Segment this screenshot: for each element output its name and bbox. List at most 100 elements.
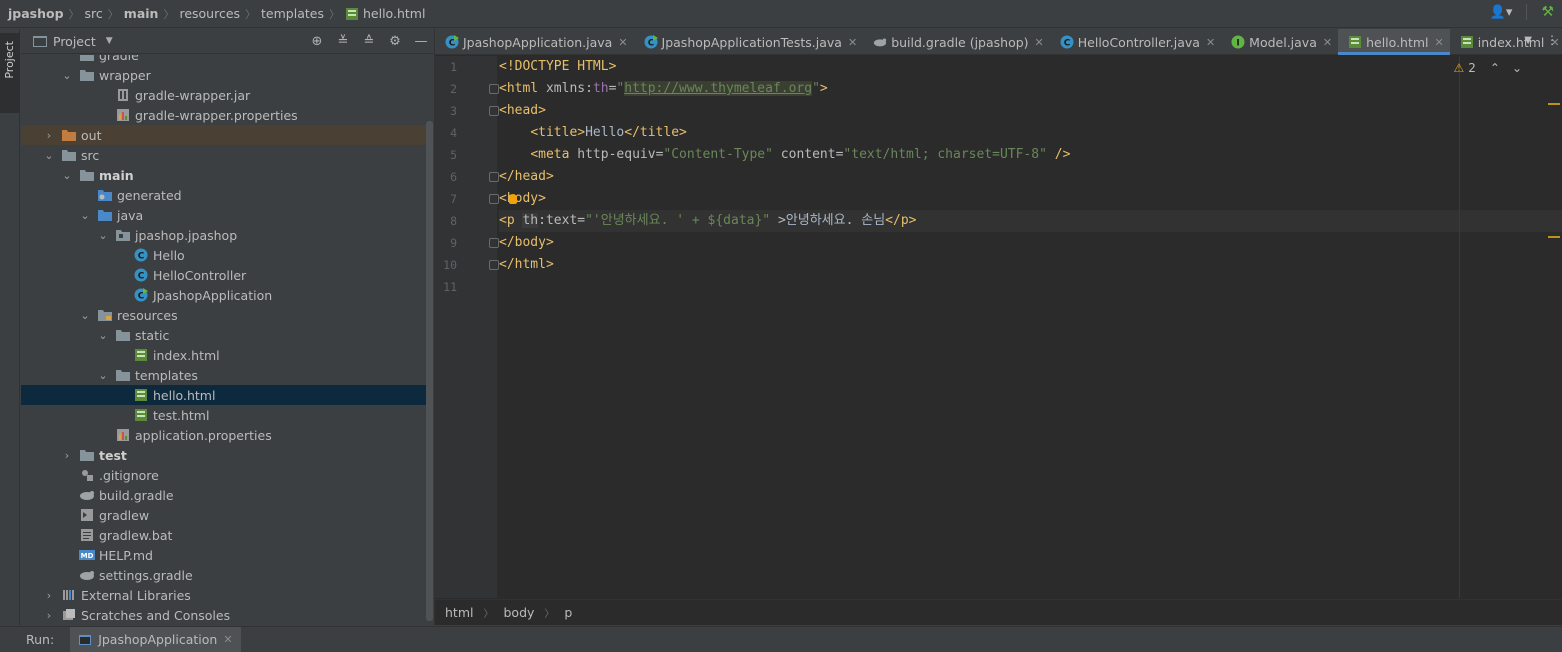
chevron-down-icon[interactable]: ⌄ (97, 369, 109, 382)
editor-tab[interactable]: I Model.java ✕ (1221, 29, 1338, 55)
chevron-down-icon[interactable]: ⌄ (79, 309, 91, 322)
chevron-down-icon[interactable]: ▼ (106, 36, 113, 46)
tree-item[interactable]: gradle (21, 55, 433, 65)
error-stripe[interactable]: ⚠ 2 ⌃ ⌄ (1453, 56, 1562, 598)
editor-tab[interactable]: C JpashopApplication.java ✕ (435, 29, 634, 55)
tree-item[interactable]: C JpashopApplication (21, 285, 433, 305)
chevron-down-icon[interactable]: ⌄ (61, 169, 73, 182)
tree-item[interactable]: › External Libraries (21, 585, 433, 605)
html-file-icon (133, 387, 149, 403)
tree-item[interactable]: ⌄ jpashop.jpashop (21, 225, 433, 245)
gear-icon[interactable]: ⚙ (387, 33, 403, 49)
tree-item-label: gradlew.bat (99, 527, 173, 543)
breadcrumb-item-src[interactable]: src (85, 6, 103, 21)
tree-item[interactable]: .gitignore (21, 465, 433, 485)
intention-bulb-icon[interactable] (509, 194, 517, 204)
tree-item[interactable]: test.html (21, 405, 433, 425)
tree-item[interactable]: index.html (21, 345, 433, 365)
divider (1526, 4, 1528, 20)
line-number: 2 (450, 82, 457, 96)
editor-tab[interactable]: build.gradle (jpashop) ✕ (863, 29, 1050, 55)
inspection-widget[interactable]: ⚠ 2 ⌃ ⌄ (1453, 61, 1522, 75)
code-token: "Content-Type" (663, 147, 773, 162)
close-icon[interactable]: ✕ (1435, 36, 1444, 49)
chevron-right-icon[interactable]: › (43, 609, 55, 622)
expand-all-icon[interactable]: ≚ (335, 33, 351, 49)
tree-item[interactable]: ⌄ src (21, 145, 433, 165)
chevron-down-icon[interactable]: ⌄ (97, 329, 109, 342)
tree-item[interactable]: C Hello (21, 245, 433, 265)
tree-item[interactable]: hello.html (21, 385, 433, 405)
code-editor[interactable]: <!DOCTYPE HTML> <html xmlns:th="http://w… (499, 56, 1562, 598)
collapse-all-icon[interactable]: ≙ (361, 33, 377, 49)
more-icon[interactable]: ⋮ (1546, 33, 1558, 47)
close-icon[interactable]: ✕ (1323, 36, 1332, 49)
editor-tab[interactable]: C HelloController.java ✕ (1050, 29, 1221, 55)
editor-tab[interactable]: hello.html ✕ (1338, 29, 1450, 55)
tree-item[interactable]: ⌄ main (21, 165, 433, 185)
breadcrumb-item-main[interactable]: main (124, 6, 159, 21)
tree-item[interactable]: C HelloController (21, 265, 433, 285)
tree-item[interactable]: ⌄ static (21, 325, 433, 345)
chevron-down-icon[interactable]: ⌄ (79, 209, 91, 222)
build-hammer-icon[interactable]: ⚒ (1541, 4, 1554, 20)
tree-item[interactable]: MD HELP.md (21, 545, 433, 565)
chevron-right-icon[interactable]: › (43, 129, 55, 142)
close-icon[interactable]: ✕ (848, 36, 857, 49)
fold-marker-icon[interactable] (489, 84, 499, 94)
hide-icon[interactable]: — (413, 33, 429, 49)
chevron-right-icon[interactable]: › (43, 589, 55, 602)
tree-item[interactable]: build.gradle (21, 485, 433, 505)
fold-marker-icon[interactable] (489, 194, 499, 204)
fold-marker-icon[interactable] (489, 172, 499, 182)
close-icon[interactable]: ✕ (618, 36, 627, 49)
tree-item[interactable]: gradlew (21, 505, 433, 525)
project-tool-tab[interactable]: Project (0, 33, 20, 113)
line-number: 5 (450, 148, 457, 162)
package-icon (115, 227, 131, 243)
editor-breadcrumb-body[interactable]: body (503, 605, 534, 620)
close-icon[interactable]: ✕ (223, 633, 232, 646)
chevron-right-icon[interactable]: › (61, 449, 73, 462)
tree-item[interactable]: settings.gradle (21, 565, 433, 585)
breadcrumb-item-templates[interactable]: templates (261, 6, 324, 21)
chevron-down-icon[interactable]: ▼ (1524, 35, 1532, 46)
tree-item[interactable]: application.properties (21, 425, 433, 445)
tree-item[interactable]: gradlew.bat (21, 525, 433, 545)
tree-item[interactable]: ⌄ java (21, 205, 433, 225)
chevron-down-icon[interactable]: ⌄ (61, 69, 73, 82)
chevron-down-icon[interactable]: ⌄ (43, 149, 55, 162)
tree-item[interactable]: › Scratches and Consoles (21, 605, 433, 625)
tree-item[interactable]: ⌄ templates (21, 365, 433, 385)
tree-item[interactable]: ⌄ wrapper (21, 65, 433, 85)
tree-scrollbar[interactable] (426, 121, 433, 621)
editor-tab[interactable]: C JpashopApplicationTests.java ✕ (634, 29, 864, 55)
breadcrumb-item-resources[interactable]: resources (179, 6, 240, 21)
warning-stripe-mark[interactable] (1548, 236, 1560, 238)
chevron-up-icon[interactable]: ⌃ (1490, 61, 1500, 75)
breadcrumb-item-jpashop[interactable]: jpashop (8, 6, 64, 21)
locate-icon[interactable]: ⊕ (309, 33, 325, 49)
chevron-down-icon[interactable]: ⌄ (97, 229, 109, 242)
close-icon[interactable]: ✕ (1206, 36, 1215, 49)
tree-item[interactable]: generated (21, 185, 433, 205)
html-icon (1348, 35, 1362, 49)
tree-item[interactable]: ⌄ resources (21, 305, 433, 325)
user-icon[interactable]: 👤▾ (1490, 5, 1513, 20)
breadcrumb-item-hello-html[interactable]: hello.html (345, 6, 425, 21)
warning-stripe-mark[interactable] (1548, 103, 1560, 105)
project-panel-title[interactable]: Project (53, 34, 96, 49)
editor-breadcrumb-p[interactable]: p (564, 605, 572, 620)
fold-marker-icon[interactable] (489, 260, 499, 270)
code-link[interactable]: http://www.thymeleaf.org (624, 81, 813, 96)
close-icon[interactable]: ✕ (1035, 36, 1044, 49)
tree-item[interactable]: › out (21, 125, 433, 145)
chevron-down-icon[interactable]: ⌄ (1512, 61, 1522, 75)
run-tab[interactable]: JpashopApplication ✕ (70, 626, 241, 652)
editor-breadcrumb-html[interactable]: html (445, 605, 473, 620)
tree-item[interactable]: › test (21, 445, 433, 465)
tree-item[interactable]: gradle-wrapper.jar (21, 85, 433, 105)
fold-marker-icon[interactable] (489, 106, 499, 116)
fold-marker-icon[interactable] (489, 238, 499, 248)
tree-item[interactable]: gradle-wrapper.properties (21, 105, 433, 125)
